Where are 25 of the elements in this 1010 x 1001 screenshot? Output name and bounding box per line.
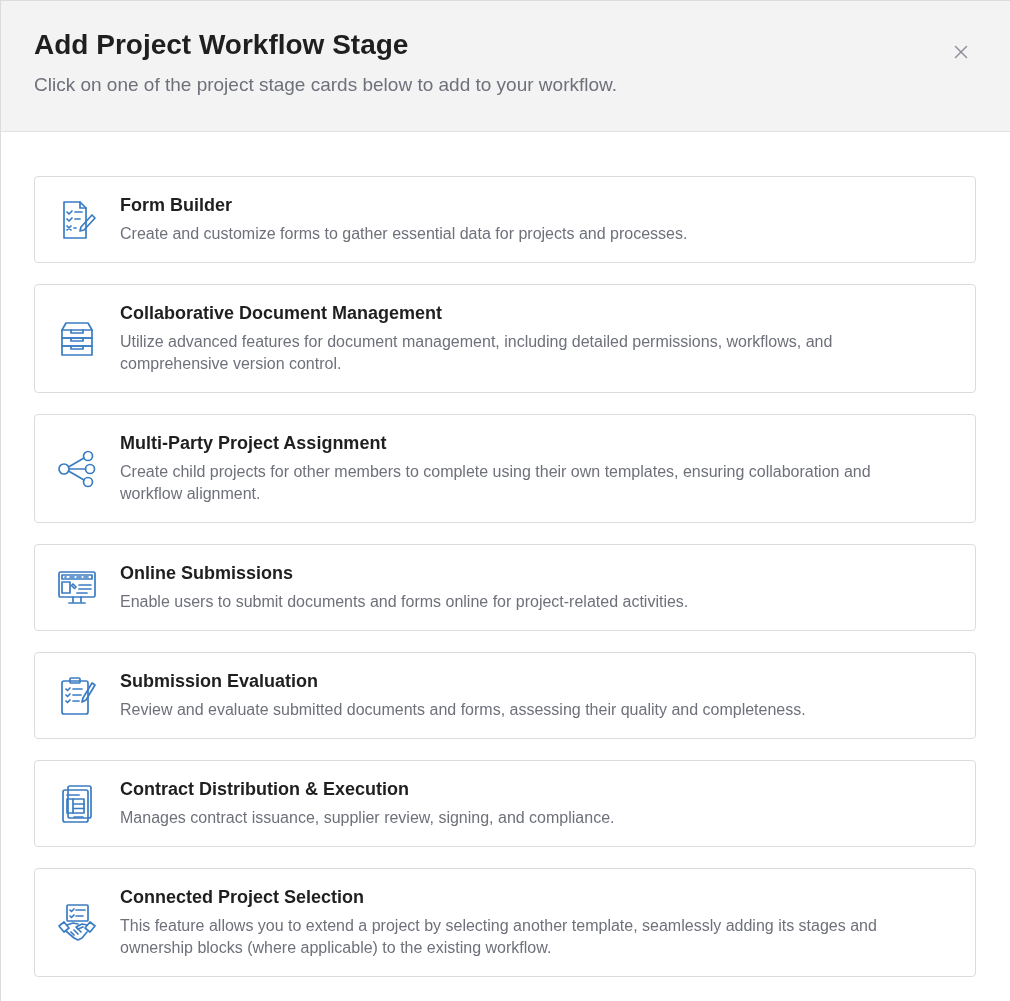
card-title: Multi-Party Project Assignment: [120, 432, 388, 454]
card-description: Enable users to submit documents and forms online for project-related activities.: [120, 592, 690, 612]
card-title: Submission Evaluation: [120, 670, 320, 692]
card-title: Collaborative Document Management: [120, 302, 444, 324]
card-description: Create child projects for other members to complete using their own templates, ensuring collaboration and workflow alignment.: [120, 462, 872, 504]
card-description: This feature allows you to extend a project by selecting another template, seamlessly adding its stages and ownership blocks (where applicable) to the existing workflow.: [120, 916, 878, 958]
dialog-subtitle: Click on one of the project stage cards below to add to your workflow.: [34, 73, 617, 97]
card-description: Review and evaluate submitted documents and forms, assessing their quality and completeness.: [120, 700, 807, 720]
handshake-document-icon: [57, 902, 97, 943]
card-title: Contract Distribution & Execution: [120, 778, 410, 800]
stage-card[interactable]: Form Builder Create and customize forms to gather essential data for projects and processes.: [34, 176, 976, 263]
card-description: Utilize advanced features for document management, including detailed permissions, workflows, and comprehensive version control.: [120, 332, 834, 374]
card-title: Connected Project Selection: [120, 886, 366, 908]
dialog-title: Add Project Workflow Stage: [34, 28, 410, 62]
card-description: Manages contract issuance, supplier review, signing, and compliance.: [120, 808, 616, 828]
card-title: Form Builder: [120, 194, 233, 216]
stage-card[interactable]: Multi-Party Project Assignment Create child projects for other members to complete using their own templates, ensuring collaboration and workflow alignment.: [34, 414, 976, 523]
stage-card[interactable]: Collaborative Document Management Utilize advanced features for document management, including detailed permissions, workflows, and comprehensive version control.: [34, 284, 976, 393]
share-icon: [57, 448, 97, 489]
stage-card[interactable]: Online Submissions Enable users to submit documents and forms online for project-related activities.: [34, 544, 976, 631]
stage-card[interactable]: Connected Project Selection This feature allows you to extend a project by selecting another template, seamlessly adding its stages and ownership blocks (where applicable) to the existing workflow.: [34, 868, 976, 977]
stage-card[interactable]: Submission Evaluation Review and evaluate submitted documents and forms, assessing their quality and completeness.: [34, 652, 976, 739]
card-title: Online Submissions: [120, 562, 295, 584]
card-description: Create and customize forms to gather essential data for projects and processes.: [120, 224, 689, 244]
stage-card[interactable]: Contract Distribution & Execution Manages contract issuance, supplier review, signing, and compliance.: [34, 760, 976, 847]
